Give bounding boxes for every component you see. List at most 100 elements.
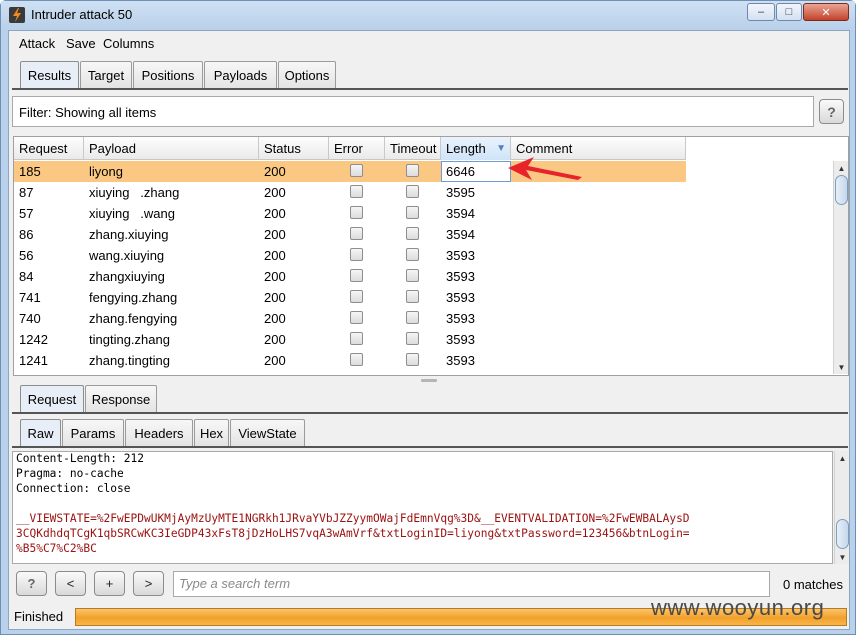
- cell-timeout-checkbox: [406, 227, 419, 240]
- maximize-button[interactable]: □: [776, 3, 802, 21]
- table-row[interactable]: 1241 zhang.tingting 200 3593: [14, 350, 686, 371]
- scroll-down-icon[interactable]: ▼: [835, 550, 850, 564]
- tab-payloads[interactable]: Payloads: [204, 61, 277, 88]
- menu-attack[interactable]: Attack: [19, 36, 55, 51]
- add-search-button[interactable]: +: [94, 571, 125, 596]
- cell-error-checkbox: [350, 269, 363, 282]
- column-header-timeout[interactable]: Timeout: [385, 137, 441, 160]
- tab-results[interactable]: Results: [20, 61, 79, 88]
- cell-timeout-checkbox: [406, 185, 419, 198]
- raw-body-line: 3CQKdhdqTCgK1qbSRCwKC3IeGDP43xFsT8jDzHoL…: [16, 527, 690, 540]
- cell-length: 3595: [446, 185, 475, 200]
- table-row[interactable]: 84 zhangxiuying 200 3593: [14, 266, 686, 287]
- editor-scrollbar[interactable]: ▲ ▼: [834, 451, 849, 564]
- cell-comment: [511, 224, 686, 245]
- search-help-button[interactable]: ?: [16, 571, 47, 596]
- tab-response[interactable]: Response: [85, 385, 157, 412]
- raw-line: Connection: close: [16, 482, 131, 495]
- cell-request: 741: [19, 290, 41, 305]
- cell-timeout-checkbox: [406, 269, 419, 282]
- detail-tab-divider: [12, 412, 848, 414]
- cell-error-checkbox: [350, 332, 363, 345]
- tab-options[interactable]: Options: [278, 61, 336, 88]
- filter-text: Filter: Showing all items: [19, 105, 157, 120]
- cell-comment: [511, 266, 686, 287]
- cell-request: 185: [19, 164, 41, 179]
- cell-error-checkbox: [350, 290, 363, 303]
- filter-bar[interactable]: Filter: Showing all items: [12, 96, 814, 127]
- cell-comment: [511, 287, 686, 308]
- column-header-length[interactable]: Length ▼: [441, 137, 511, 160]
- cell-payload: wang.xiuying: [89, 248, 165, 263]
- tab-params[interactable]: Params: [62, 419, 124, 446]
- cell-request: 56: [19, 248, 34, 263]
- cell-length: 3593: [446, 311, 475, 326]
- scroll-thumb[interactable]: [835, 175, 848, 205]
- search-input[interactable]: Type a search term: [173, 571, 770, 597]
- table-row[interactable]: 1242 tingting.zhang 200 3593: [14, 329, 686, 350]
- next-match-button[interactable]: >: [133, 571, 164, 596]
- cell-comment: [511, 203, 686, 224]
- cell-status: 200: [264, 248, 286, 263]
- cell-comment: [511, 329, 686, 350]
- burp-app-icon: [9, 7, 25, 23]
- minimize-button[interactable]: –: [747, 3, 775, 21]
- table-row[interactable]: 56 wang.xiuying 200 3593: [14, 245, 686, 266]
- menu-columns[interactable]: Columns: [103, 36, 154, 51]
- scroll-down-icon[interactable]: ▼: [834, 360, 849, 374]
- scroll-up-icon[interactable]: ▲: [835, 451, 850, 465]
- cell-length: 3594: [446, 227, 475, 242]
- next-icon: >: [144, 576, 153, 591]
- cell-error-checkbox: [350, 227, 363, 240]
- view-tab-divider: [12, 446, 848, 448]
- table-row[interactable]: 741 fengying.zhang 200 3593: [14, 287, 686, 308]
- table-row[interactable]: 740 zhang.fengying 200 3593: [14, 308, 686, 329]
- table-row[interactable]: 57 xiuying .wang 200 3594: [14, 203, 686, 224]
- cell-request: 57: [19, 206, 34, 221]
- pane-splitter[interactable]: [9, 378, 849, 382]
- minimize-icon: –: [757, 6, 765, 18]
- cell-status: 200: [264, 311, 286, 326]
- tab-viewstate[interactable]: ViewState: [230, 419, 305, 446]
- tab-request[interactable]: Request: [20, 385, 84, 412]
- cell-payload: zhang.tingting: [89, 353, 170, 368]
- column-header-status[interactable]: Status: [259, 137, 329, 160]
- results-scrollbar[interactable]: ▲ ▼: [833, 161, 848, 374]
- menu-save[interactable]: Save: [66, 36, 96, 51]
- tab-positions[interactable]: Positions: [133, 61, 203, 88]
- column-header-error[interactable]: Error: [329, 137, 385, 160]
- tab-hex[interactable]: Hex: [194, 419, 229, 446]
- close-icon: ✕: [821, 6, 831, 19]
- cell-status: 200: [264, 269, 286, 284]
- cell-request: 1241: [19, 353, 48, 368]
- cell-request: 740: [19, 311, 41, 326]
- tab-strip-divider: [12, 88, 848, 90]
- splitter-grip-icon: [421, 379, 437, 382]
- cell-request: 84: [19, 269, 34, 284]
- raw-body-line: %B5%C7%C2%BC: [16, 542, 97, 555]
- cell-status: 200: [264, 353, 286, 368]
- tab-target[interactable]: Target: [80, 61, 132, 88]
- cell-length: 3594: [446, 206, 475, 221]
- cell-payload: zhang.xiuying: [89, 227, 169, 242]
- close-button[interactable]: ✕: [803, 3, 849, 21]
- tab-headers[interactable]: Headers: [125, 419, 193, 446]
- cell-length: 3593: [446, 353, 475, 368]
- cell-length: 3593: [446, 269, 475, 284]
- cell-timeout-checkbox: [406, 164, 419, 177]
- table-row[interactable]: 86 zhang.xiuying 200 3594: [14, 224, 686, 245]
- raw-line: Pragma: no-cache: [16, 467, 124, 480]
- title-bar[interactable]: Intruder attack 50 – □ ✕: [1, 1, 855, 29]
- previous-match-button[interactable]: <: [55, 571, 86, 596]
- raw-request-editor[interactable]: Content-Length: 212 Pragma: no-cache Con…: [12, 451, 833, 564]
- cell-status: 200: [264, 185, 286, 200]
- cell-timeout-checkbox: [406, 248, 419, 261]
- column-header-request[interactable]: Request: [14, 137, 84, 160]
- column-header-payload[interactable]: Payload: [84, 137, 259, 160]
- cell-length: 6646: [446, 164, 475, 179]
- cell-length: 3593: [446, 290, 475, 305]
- scroll-up-icon[interactable]: ▲: [834, 161, 849, 175]
- scroll-thumb[interactable]: [836, 519, 849, 549]
- filter-help-button[interactable]: ?: [819, 99, 844, 124]
- tab-raw[interactable]: Raw: [20, 419, 61, 446]
